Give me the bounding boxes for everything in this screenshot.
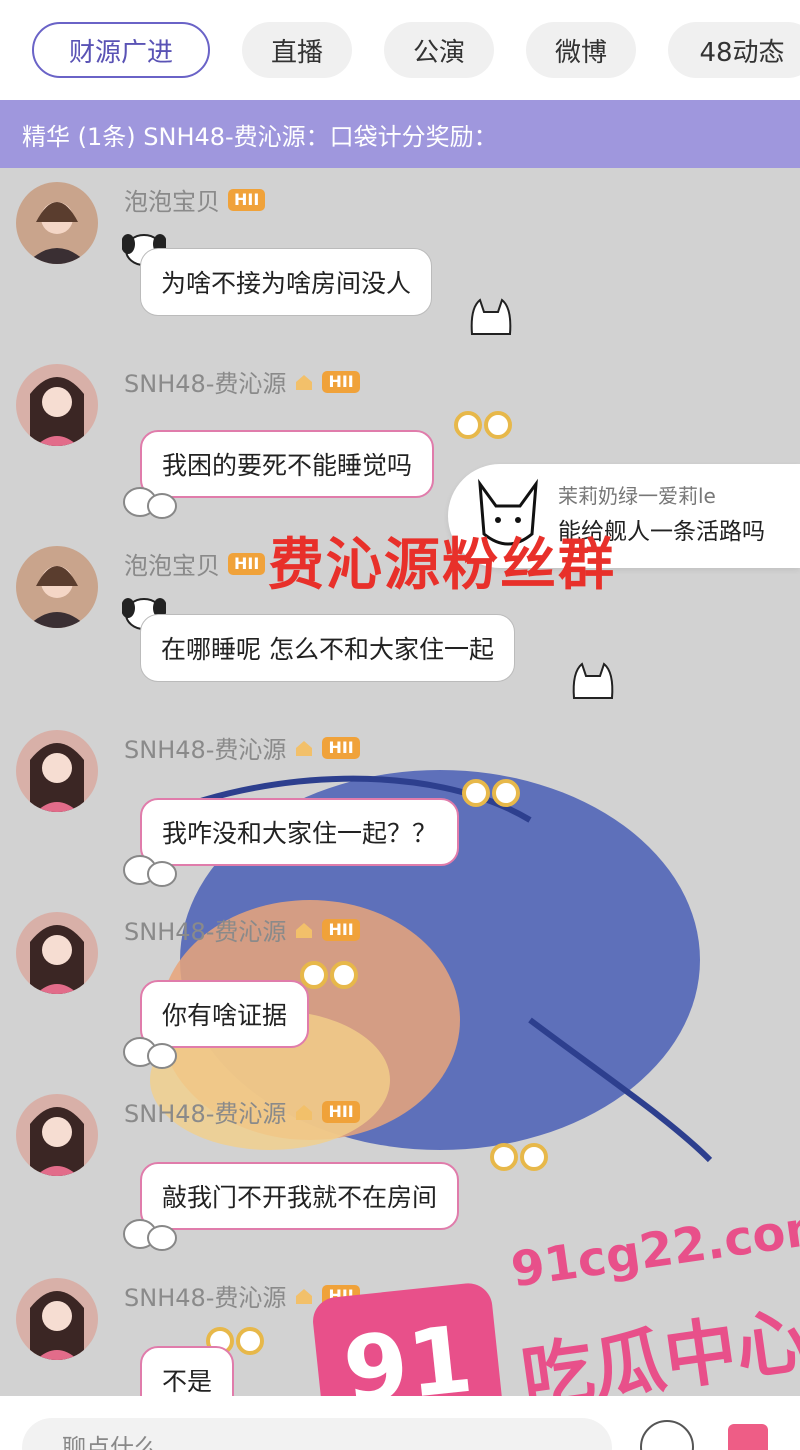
username[interactable]: SNH48-费沁源 [124, 1278, 286, 1313]
username[interactable]: SNH48-费沁源 [124, 1094, 286, 1129]
level-badge: HII [322, 370, 360, 393]
username[interactable]: SNH48-费沁源 [124, 730, 286, 765]
username[interactable]: 泡泡宝贝 [124, 182, 220, 217]
level-badge: HII [228, 188, 266, 211]
house-icon [296, 374, 313, 390]
house-icon [296, 922, 313, 938]
kitten-sticker-icon [123, 1037, 177, 1069]
watermark-title: 费沁源粉丝群 [268, 533, 616, 598]
avatar[interactable] [16, 1094, 98, 1176]
avatar[interactable] [16, 1278, 98, 1360]
message-bubble[interactable]: 我困的要死不能睡觉吗 [140, 430, 435, 498]
house-icon [296, 1288, 313, 1304]
gift-icon[interactable] [728, 1424, 768, 1450]
coin-icon [462, 779, 520, 807]
emoji-icon[interactable] [640, 1420, 694, 1450]
kitten-sticker-icon [123, 855, 177, 887]
message-bubble[interactable]: 我咋没和大家住一起？？ [140, 798, 460, 866]
tab-caiyuan[interactable]: 财源广进 [32, 22, 210, 78]
chat-input[interactable]: 聊点什么 [22, 1418, 612, 1450]
coin-icon [454, 411, 512, 439]
coin-icon [300, 961, 358, 989]
kitten-sticker-icon [123, 487, 177, 519]
message-bubble[interactable]: 为啥不接为啥房间没人 [140, 248, 433, 316]
house-icon [296, 740, 313, 756]
level-badge: HII [228, 552, 266, 575]
tab-weibo[interactable]: 微博 [526, 22, 636, 78]
level-badge: HII [322, 736, 360, 759]
pinned-highlight-banner[interactable]: 精华 (1条) SNH48-费沁源：口袋计分奖励： [0, 100, 800, 168]
level-badge: HII [322, 918, 360, 941]
username[interactable]: SNH48-费沁源 [124, 912, 286, 947]
top-tabs: 财源广进 直播 公演 微博 48动态 [0, 0, 800, 100]
username[interactable]: SNH48-费沁源 [124, 364, 286, 399]
avatar[interactable] [16, 546, 98, 628]
notification-user: 茉莉奶绿一爱莉le [558, 484, 716, 508]
avatar[interactable] [16, 912, 98, 994]
tab-performance[interactable]: 公演 [384, 22, 494, 78]
avatar[interactable] [16, 364, 98, 446]
message-bubble[interactable]: 在哪睡呢 怎么不和大家住一起 [140, 614, 515, 682]
cat-sticker-icon [572, 662, 614, 699]
input-bar: 聊点什么 [0, 1396, 800, 1450]
coin-icon [490, 1143, 548, 1171]
tab-48-news[interactable]: 48动态 [668, 22, 800, 78]
avatar[interactable] [16, 730, 98, 812]
avatar[interactable] [16, 182, 98, 264]
username[interactable]: 泡泡宝贝 [124, 546, 220, 581]
watermark-site: 91cg22.com [507, 1197, 800, 1299]
cat-sticker-icon [470, 298, 512, 335]
tab-live[interactable]: 直播 [242, 22, 352, 78]
level-badge: HII [322, 1100, 360, 1123]
message-bubble[interactable]: 敲我门不开我就不在房间 [140, 1162, 460, 1230]
kitten-sticker-icon [123, 1219, 177, 1251]
house-icon [296, 1104, 313, 1120]
